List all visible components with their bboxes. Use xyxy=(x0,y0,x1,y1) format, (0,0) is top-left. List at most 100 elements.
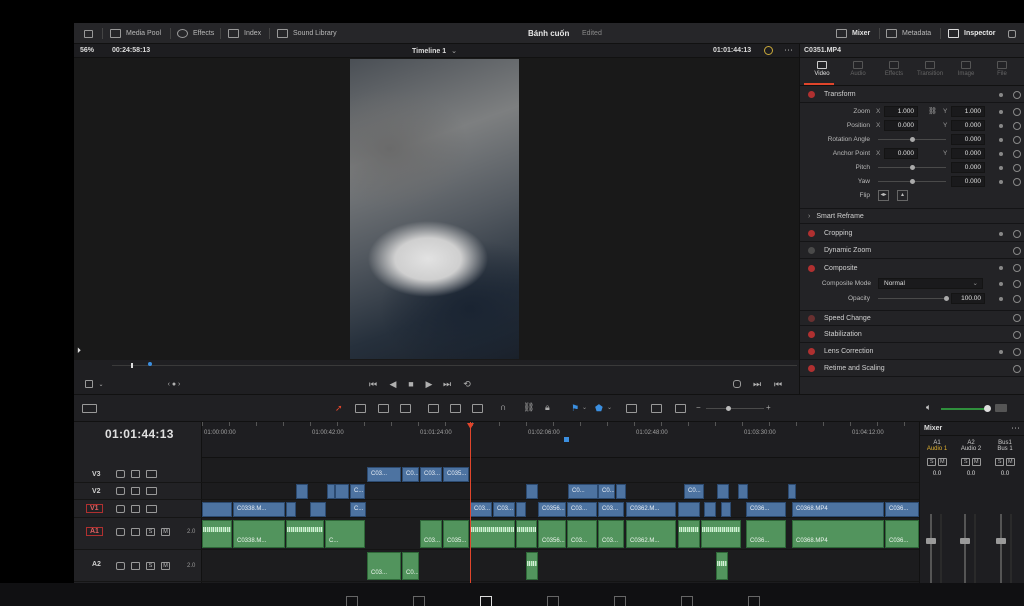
flag-icon[interactable]: ⚑ xyxy=(571,403,579,414)
audio-clip[interactable]: C0... xyxy=(402,552,419,580)
composite-toggle[interactable] xyxy=(808,264,815,272)
keyframe-icon[interactable] xyxy=(999,266,1003,270)
solo-button[interactable]: S xyxy=(995,458,1005,466)
speed-change-toggle[interactable] xyxy=(808,314,815,322)
timeline-ruler[interactable]: 01:00:00:00 01:00:42:00 01:01:24:00 01:0… xyxy=(202,422,919,458)
audio-clip[interactable] xyxy=(286,520,324,548)
video-clip[interactable] xyxy=(704,502,716,517)
auto-select-icon[interactable] xyxy=(131,505,140,513)
video-clip[interactable]: C036... xyxy=(746,502,786,517)
tab-image[interactable]: Image xyxy=(948,61,984,77)
track-header-a2[interactable]: A2 S M 2.0 xyxy=(74,550,202,582)
video-clip[interactable]: C03... xyxy=(367,467,401,482)
scrub-playhead[interactable] xyxy=(131,363,133,368)
track-header-a1[interactable]: A1 S M 2.0 xyxy=(74,518,202,550)
disable-track-icon[interactable] xyxy=(146,505,157,513)
lock-icon[interactable] xyxy=(116,528,125,536)
lens-correction-toggle[interactable] xyxy=(808,348,815,355)
keyframe-icon[interactable] xyxy=(999,92,1003,97)
audio-clip[interactable]: C0338.M... xyxy=(233,520,285,548)
tab-video[interactable]: Video xyxy=(804,61,840,77)
color-page-icon[interactable] xyxy=(614,596,626,606)
dynamic-zoom-section[interactable]: Dynamic Zoom xyxy=(800,243,1024,259)
go-to-start-button[interactable]: ⏮ xyxy=(366,376,380,392)
video-clip[interactable]: C03... xyxy=(567,502,597,517)
flip-vertical-icon[interactable]: ▴ xyxy=(897,190,908,201)
blade-tool-icon[interactable] xyxy=(400,404,411,413)
reset-icon[interactable] xyxy=(1013,264,1021,272)
retime-scaling-toggle[interactable] xyxy=(808,365,815,372)
keyframe-icon[interactable] xyxy=(999,231,1003,236)
video-clip[interactable]: C0338.M... xyxy=(233,502,285,517)
keyframe-icon[interactable] xyxy=(999,110,1003,114)
zoom-x-field[interactable]: 1.000 xyxy=(884,106,918,117)
dynamic-zoom-toggle[interactable] xyxy=(808,247,815,254)
color-picker-icon[interactable] xyxy=(764,46,773,55)
reset-icon[interactable] xyxy=(1013,164,1021,172)
mute-button[interactable]: M xyxy=(937,458,947,466)
zoom-detail-icon[interactable] xyxy=(651,404,662,413)
expand-icon[interactable] xyxy=(1008,23,1016,44)
keyframe-icon[interactable] xyxy=(999,180,1003,184)
cropping-toggle[interactable] xyxy=(808,230,815,237)
reset-icon[interactable] xyxy=(1013,178,1021,186)
lock-icon[interactable] xyxy=(116,470,125,478)
audio-clip[interactable] xyxy=(516,520,537,548)
solo-button[interactable]: S xyxy=(961,458,971,466)
dynamic-trim-icon[interactable] xyxy=(378,404,389,413)
audio-clip[interactable]: C03... xyxy=(567,520,597,548)
video-clip[interactable]: C0... xyxy=(684,484,704,499)
lens-correction-section[interactable]: Lens Correction xyxy=(800,344,1024,360)
composite-mode-select[interactable]: Normal ⌄ xyxy=(878,278,983,289)
safe-area-icon[interactable] xyxy=(82,376,96,392)
effects-button[interactable]: Effects xyxy=(177,23,214,44)
position-x-field[interactable]: 0.000 xyxy=(884,120,918,131)
audio-clip[interactable]: C0368.MP4 xyxy=(792,520,884,548)
overwrite-clip-icon[interactable] xyxy=(450,404,461,413)
solo-button[interactable]: S xyxy=(146,528,155,536)
transform-toggle[interactable] xyxy=(808,91,815,98)
rotation-slider-knob[interactable] xyxy=(910,137,915,142)
video-clip[interactable]: C... xyxy=(350,484,365,499)
video-clip[interactable] xyxy=(616,484,626,499)
video-clip[interactable] xyxy=(721,502,731,517)
disable-track-icon[interactable] xyxy=(146,487,157,495)
zoom-in-icon[interactable]: + xyxy=(766,403,771,412)
loop-button[interactable]: ⟲ xyxy=(460,376,474,392)
next-clip-icon[interactable]: ⏭ xyxy=(750,376,764,392)
pitch-slider-knob[interactable] xyxy=(910,165,915,170)
fairlight-page-icon[interactable] xyxy=(681,596,693,606)
speed-change-section[interactable]: Speed Change xyxy=(800,310,1024,326)
fader-knob-bus1[interactable] xyxy=(996,538,1006,544)
video-clip[interactable]: C0... xyxy=(568,484,598,499)
audio-clip[interactable]: C036... xyxy=(885,520,919,548)
audio-clip[interactable]: C03... xyxy=(367,552,401,580)
opacity-slider-knob[interactable] xyxy=(944,296,949,301)
smart-reframe-section[interactable]: › Smart Reframe xyxy=(800,208,1024,224)
reset-icon[interactable] xyxy=(1013,136,1021,144)
marker-icon[interactable]: ⬟ xyxy=(595,403,603,414)
video-clip[interactable] xyxy=(526,484,538,499)
video-clip[interactable]: C03... xyxy=(420,467,442,482)
play-button[interactable]: ▶ xyxy=(422,376,436,392)
timeline-selector[interactable]: Timeline 1 ⌄ xyxy=(412,47,457,55)
video-clip[interactable] xyxy=(678,502,700,517)
more-options-icon[interactable]: ⋯ xyxy=(784,45,793,56)
edit-page-icon[interactable] xyxy=(480,596,492,606)
keyframe-icon[interactable] xyxy=(999,297,1003,301)
keyframe-icon[interactable] xyxy=(999,152,1003,156)
inspector-button[interactable]: Inspector xyxy=(948,23,996,44)
audio-clip[interactable] xyxy=(678,520,700,548)
video-clip[interactable] xyxy=(286,502,296,517)
timeline-marker[interactable] xyxy=(564,437,569,442)
audio-clip[interactable]: C036... xyxy=(746,520,786,548)
track-header-v1[interactable]: V1 xyxy=(74,500,202,518)
video-clip[interactable]: C... xyxy=(350,502,366,517)
video-clip[interactable]: C035... xyxy=(443,467,469,482)
fader-knob-a1[interactable] xyxy=(926,538,936,544)
insert-clip-icon[interactable] xyxy=(428,404,439,413)
reset-icon[interactable] xyxy=(1013,229,1021,238)
speaker-icon[interactable]: 🔈︎ xyxy=(926,402,931,413)
viewer-fullscreen-icon[interactable]: ⏵ xyxy=(77,346,81,356)
composite-section[interactable]: Composite xyxy=(800,260,1024,276)
